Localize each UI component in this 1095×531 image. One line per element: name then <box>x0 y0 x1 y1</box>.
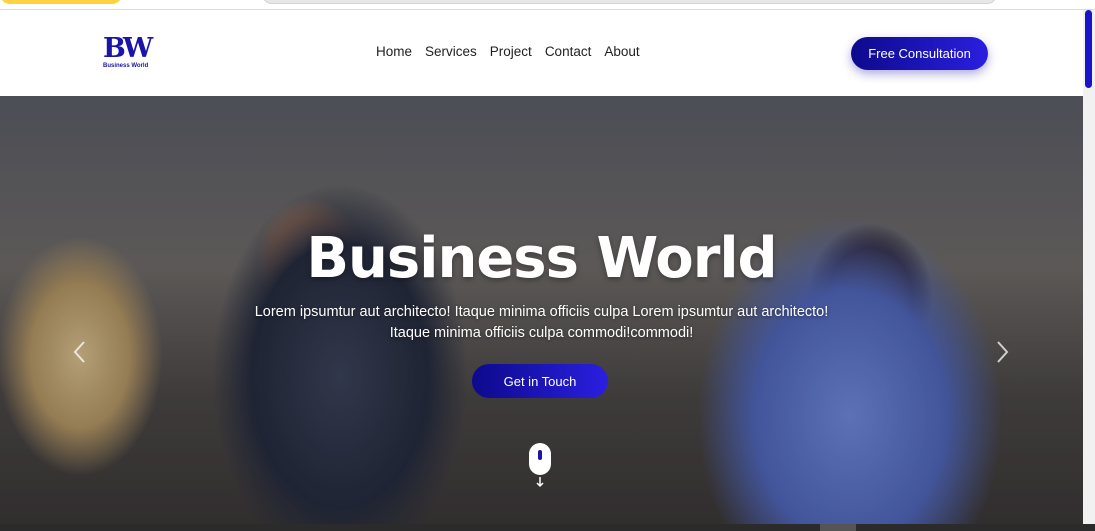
nav-link-project[interactable]: Project <box>490 44 532 59</box>
logo-mark: BW <box>103 33 153 64</box>
bottom-taskbar <box>0 524 1095 531</box>
browser-top-strip <box>0 0 1095 10</box>
brand-logo[interactable]: BW Business World <box>103 35 159 73</box>
browser-address-bar[interactable] <box>262 0 997 4</box>
hero-title: Business World <box>306 226 777 291</box>
main-nav: Home Services Project Contact About <box>376 44 640 59</box>
free-consultation-button[interactable]: Free Consultation <box>851 37 988 70</box>
logo-subtitle: Business World <box>103 63 149 69</box>
chevron-left-icon[interactable] <box>70 340 90 364</box>
hero-description-line-2: Itaque minima officiis culpa commodi!com… <box>389 325 694 341</box>
browser-tab-pill[interactable] <box>0 0 122 4</box>
hero-description: Lorem ipsumtur aut architecto! Itaque mi… <box>0 302 1083 344</box>
taskbar-segment <box>820 524 856 531</box>
mouse-scroll-icon[interactable] <box>528 442 552 488</box>
hero-carousel: Business World Lorem ipsumtur aut archit… <box>0 96 1083 524</box>
get-in-touch-button[interactable]: Get in Touch <box>472 364 608 398</box>
nav-link-services[interactable]: Services <box>425 44 477 59</box>
page-scrollbar[interactable] <box>1083 10 1095 531</box>
hero-description-line-1: Lorem ipsumtur aut architecto! Itaque mi… <box>254 304 829 320</box>
nav-link-contact[interactable]: Contact <box>545 44 592 59</box>
chevron-right-icon[interactable] <box>992 340 1012 364</box>
page-scrollbar-thumb[interactable] <box>1085 10 1092 88</box>
nav-link-home[interactable]: Home <box>376 44 412 59</box>
nav-link-about[interactable]: About <box>604 44 639 59</box>
site-navbar: BW Business World Home Services Project … <box>0 11 1083 96</box>
